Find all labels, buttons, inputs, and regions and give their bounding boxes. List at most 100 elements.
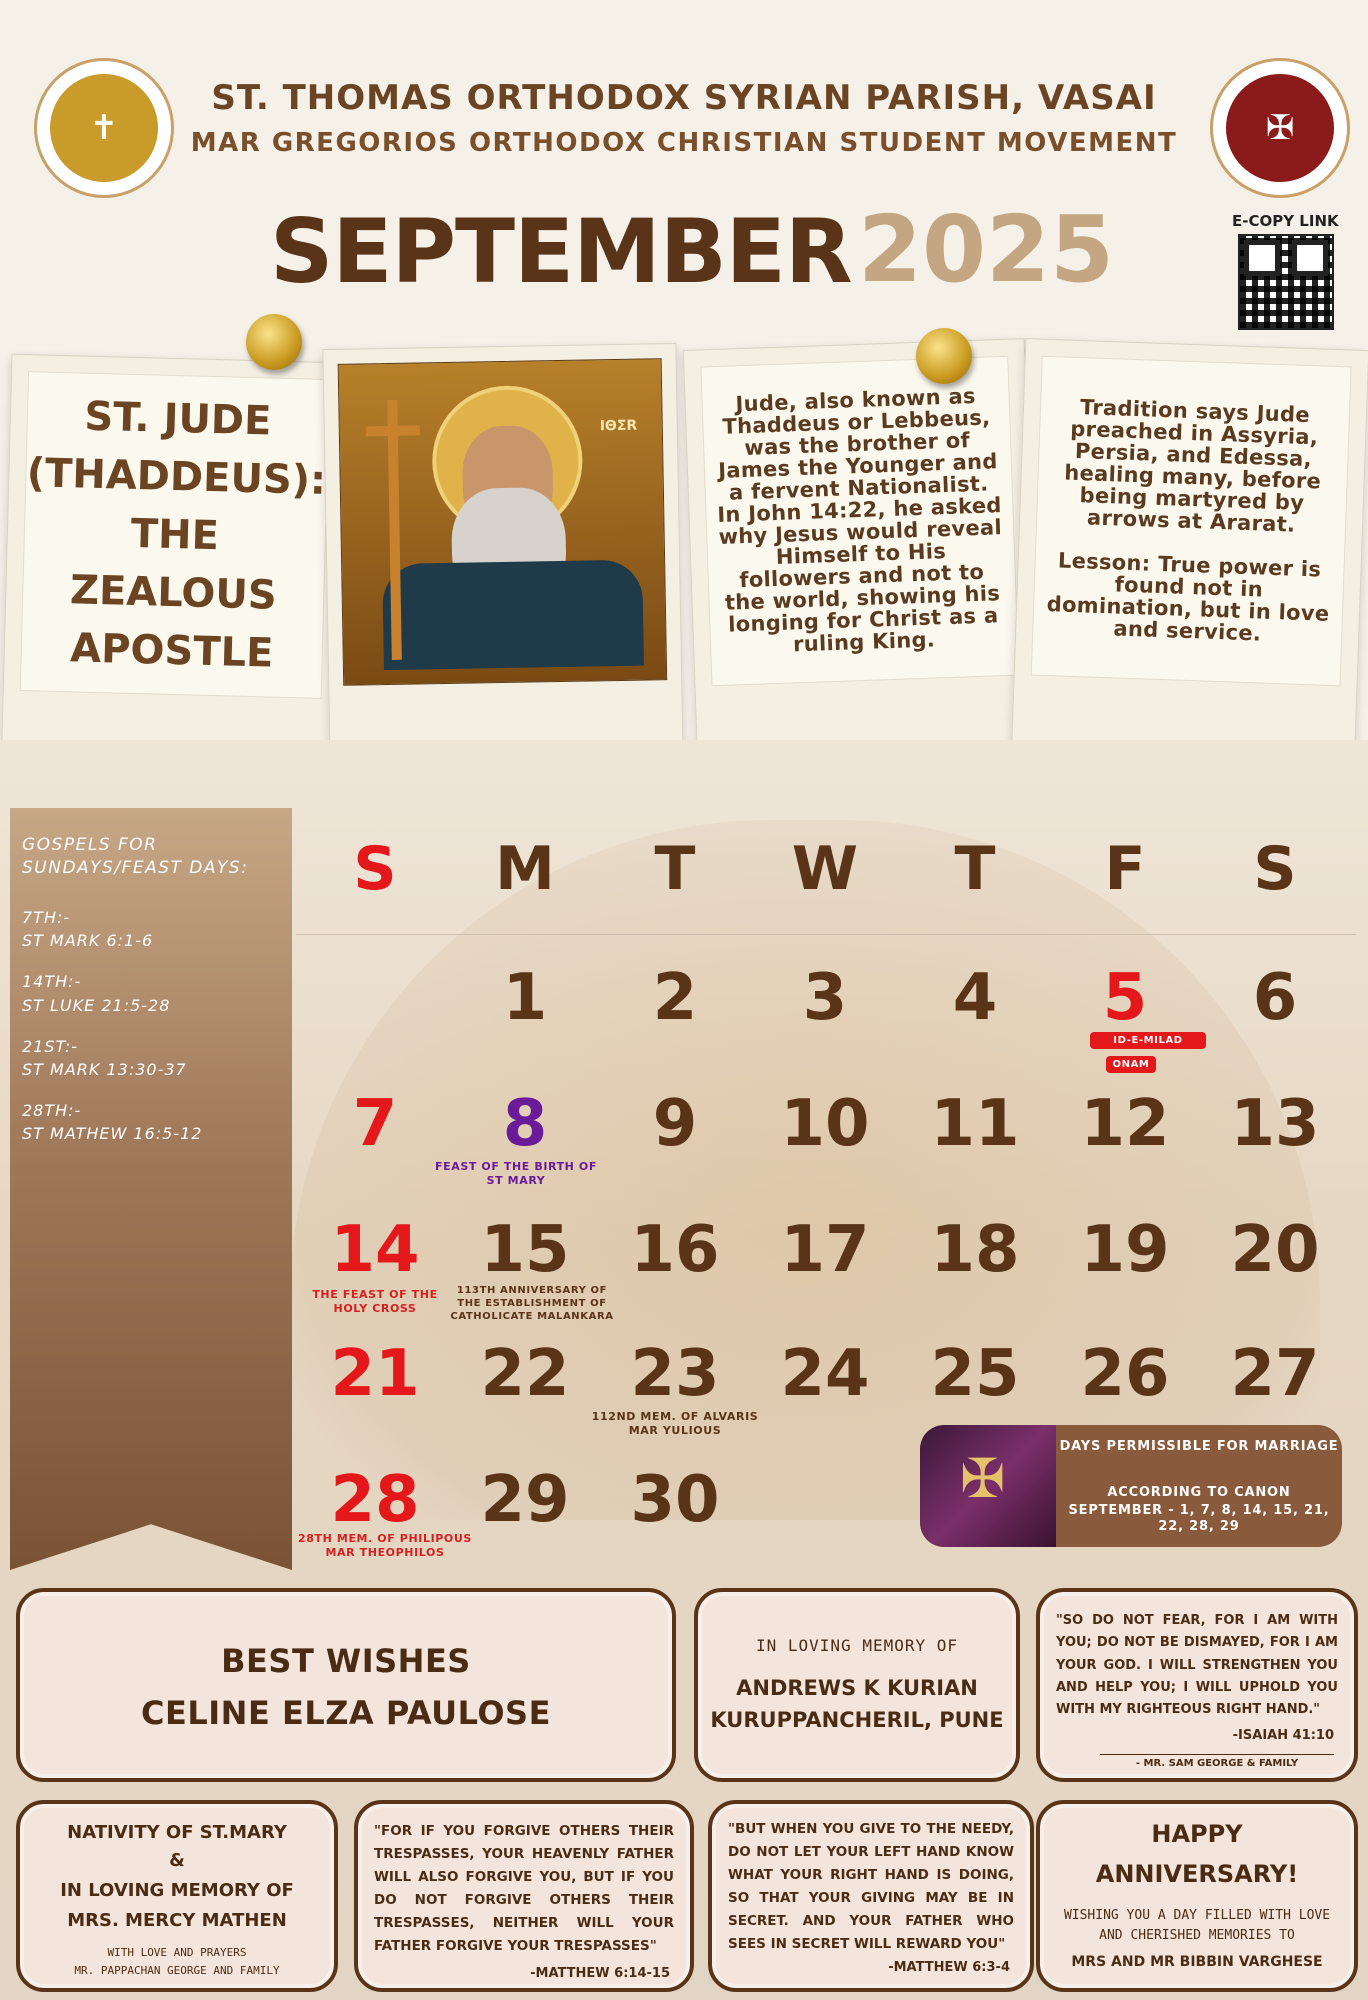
note-holy-cross: THE FEAST OF THE HOLY CROSS	[312, 1288, 438, 1316]
saint-tradition: Tradition says Jude preached in Assyria,…	[1063, 394, 1322, 537]
day-cell: 26	[1080, 1337, 1170, 1411]
day-cell: 13	[1230, 1087, 1320, 1161]
marriage-subtitle: ACCORDING TO CANON	[1107, 1485, 1291, 1500]
marriage-dates: SEPTEMBER - 1, 7, 8, 14, 15, 21, 22, 28,…	[1068, 1503, 1330, 1535]
isaiah-dedication: - MR. SAM GEORGE & FAMILY	[1100, 1754, 1334, 1769]
saint-title-card: ST. JUDE (THADDEUS): THE ZEALOUS APOSTLE	[0, 353, 348, 783]
gospel-ref: ST LUKE 21:5-28	[22, 995, 171, 1015]
day-cell: 16	[630, 1213, 720, 1287]
gospel-item: 21ST:- ST MARK 13:30-37	[22, 1035, 282, 1081]
gospel-ref: ST MARK 6:1-6	[22, 931, 154, 951]
matthew-forgive-reference: -MATTHEW 6:14-15	[530, 1966, 670, 1981]
day-cell: 17	[780, 1213, 870, 1287]
nativity-heading: NATIVITY OF ST.MARY	[67, 1822, 287, 1843]
matthew-forgive-box: "FOR IF YOU FORGIVE OTHERS THEIR TRESPAS…	[354, 1800, 694, 1992]
best-wishes-heading: BEST WISHES	[221, 1642, 471, 1680]
nativity-love-line: WITH LOVE AND PRAYERS	[107, 1946, 247, 1959]
memorial-place: KURUPPANCHERIL, PUNE	[710, 1708, 1004, 1732]
nativity-memory-name: MRS. MERCY MATHEN	[67, 1910, 287, 1931]
day-cell: 1	[502, 961, 548, 1035]
nativity-ampersand: &	[169, 1850, 185, 1871]
day-cell: 8	[502, 1087, 548, 1161]
day-cell: 29	[480, 1463, 570, 1537]
parish-name: ST. THOMAS ORTHODOX SYRIAN PARISH, VASAI	[211, 78, 1157, 118]
day-cell: 24	[780, 1337, 870, 1411]
bible-cross-icon	[920, 1425, 1056, 1547]
gospel-day: 14TH:-	[22, 972, 82, 992]
isaiah-quote: "SO DO NOT FEAR, FOR I AM WITH YOU; DO N…	[1056, 1613, 1338, 1718]
qr-code-icon[interactable]	[1238, 234, 1334, 330]
gospel-ref: ST MARK 13:30-37	[22, 1059, 187, 1079]
best-wishes-name: CELINE ELZA PAULOSE	[141, 1694, 551, 1732]
day-cell: 19	[1080, 1213, 1170, 1287]
month-title: SEPTEMBER	[270, 200, 853, 303]
saint-bio-card: Jude, also known as Thaddeus or Lebbeus,…	[682, 338, 1040, 770]
matthew-giving-box: "BUT WHEN YOU GIVE TO THE NEEDY, DO NOT …	[708, 1800, 1034, 1992]
day-cell: 4	[952, 961, 998, 1035]
gospel-list: 7TH:- ST MARK 6:1-6 14TH:- ST LUKE 21:5-…	[22, 906, 282, 1164]
anniversary-box: HAPPY ANNIVERSARY! WISHING YOU A DAY FIL…	[1036, 1800, 1358, 1992]
day-cell: 11	[930, 1087, 1020, 1161]
note-mar-theophilos: 28TH MEM. OF PHILIPOUS MAR THEOPHILOS	[298, 1532, 472, 1560]
weekday-header: W	[791, 834, 859, 904]
weekday-header: T	[954, 834, 996, 904]
day-cell: 7	[352, 1087, 398, 1161]
isaiah-reference: -ISAIAH 41:10	[1232, 1728, 1334, 1743]
note-mar-yulious: 112ND MEM. OF ALVARIS MAR YULIOUS	[591, 1410, 759, 1438]
day-cell: 6	[1252, 961, 1298, 1035]
day-cell: 21	[330, 1337, 420, 1411]
saint-robe	[382, 559, 644, 671]
memorial-box: IN LOVING MEMORY OF ANDREWS K KURIAN KUR…	[694, 1588, 1020, 1782]
gospel-day: 28TH:-	[22, 1101, 82, 1121]
saint-title: ST. JUDE (THADDEUS): THE ZEALOUS APOSTLE	[19, 371, 331, 699]
day-cell: 30	[630, 1463, 720, 1537]
anniversary-message: WISHING YOU A DAY FILLED WITH LOVE AND C…	[1063, 1908, 1331, 1943]
gospel-heading: GOSPELS FOR SUNDAYS/FEAST DAYS:	[22, 835, 249, 878]
weekday-header: S	[1253, 834, 1297, 904]
pin-icon	[246, 314, 302, 370]
day-cell: 22	[480, 1337, 570, 1411]
best-wishes-box: BEST WISHES CELINE ELZA PAULOSE	[16, 1588, 676, 1782]
day-cell: 23	[630, 1337, 720, 1411]
gospel-ref: ST MATHEW 16:5-12	[22, 1124, 203, 1144]
gospel-item: 14TH:- ST LUKE 21:5-28	[22, 970, 282, 1016]
saint-lesson: Lesson: True power is found not in domin…	[1046, 548, 1330, 646]
day-cell: 10	[780, 1087, 870, 1161]
matthew-forgive-quote: "FOR IF YOU FORGIVE OTHERS THEIR TRESPAS…	[374, 1823, 674, 1954]
holiday-tag-onam: ONAM	[1106, 1056, 1156, 1073]
day-cell: 12	[1080, 1087, 1170, 1161]
gospel-day: 21ST:-	[22, 1036, 78, 1056]
memorial-name: ANDREWS K KURIAN	[736, 1676, 978, 1700]
isaiah-quote-box: "SO DO NOT FEAR, FOR I AM WITH YOU; DO N…	[1036, 1588, 1358, 1782]
nativity-memory-intro: IN LOVING MEMORY OF	[60, 1880, 294, 1901]
anniversary-happy: HAPPY	[1151, 1820, 1243, 1848]
holiday-tag-id-e-milad: ID-E-MILAD	[1090, 1032, 1206, 1049]
matthew-giving-reference: -MATTHEW 6:3-4	[888, 1960, 1010, 1975]
saint-bio: Jude, also known as Thaddeus or Lebbeus,…	[700, 355, 1020, 687]
weekday-header: S	[353, 834, 397, 904]
movement-name: MAR GREGORIOS ORTHODOX CHRISTIAN STUDENT…	[190, 128, 1178, 158]
marriage-title: DAYS PERMISSIBLE FOR MARRIAGE	[1059, 1439, 1339, 1454]
weekday-header: F	[1104, 834, 1146, 904]
day-cell: 28	[330, 1463, 420, 1537]
icon-inscription: IΘΣR	[599, 417, 638, 435]
day-cell: 9	[652, 1087, 698, 1161]
day-cell: 3	[802, 961, 848, 1035]
gospel-item: 7TH:- ST MARK 6:1-6	[22, 906, 282, 952]
day-cell: 5	[1102, 961, 1148, 1035]
day-cell: 14	[330, 1213, 420, 1287]
day-cell: 18	[930, 1213, 1020, 1287]
ecopy-label: E-COPY LINK	[1232, 212, 1339, 230]
memorial-intro: IN LOVING MEMORY OF	[755, 1636, 959, 1655]
saint-tradition-wrap: Tradition says Jude preached in Assyria,…	[1030, 355, 1352, 687]
nativity-memorial-box: NATIVITY OF ST.MARY & IN LOVING MEMORY O…	[16, 1800, 338, 1992]
note-catholicate: 113TH ANNIVERSARY OF THE ESTABLISHMENT O…	[450, 1285, 614, 1322]
year-title: 2025	[858, 196, 1115, 303]
day-cell: 25	[930, 1337, 1020, 1411]
saint-tradition-card: Tradition says Jude preached in Assyria,…	[1010, 338, 1368, 770]
day-cell: 2	[652, 961, 698, 1035]
marriage-days-panel: DAYS PERMISSIBLE FOR MARRIAGE ACCORDING …	[920, 1425, 1342, 1547]
anniversary-heading: ANNIVERSARY!	[1095, 1860, 1299, 1888]
day-cell: 20	[1230, 1213, 1320, 1287]
day-cell: 27	[1230, 1337, 1320, 1411]
